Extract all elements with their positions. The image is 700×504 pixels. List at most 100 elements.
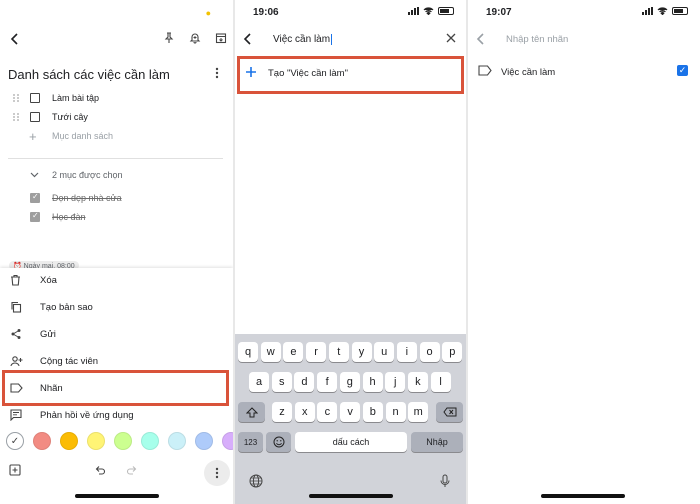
redo-icon[interactable] bbox=[126, 464, 138, 476]
battery-icon bbox=[438, 7, 454, 15]
menu-item-delete[interactable]: Xóa bbox=[0, 268, 233, 292]
plus-icon: + bbox=[29, 128, 37, 144]
key-q[interactable]: q bbox=[238, 342, 258, 362]
label-search-input[interactable]: Việc cần làm bbox=[273, 34, 332, 45]
key-e[interactable]: e bbox=[283, 342, 304, 362]
keyboard-row: qwertyuiop bbox=[235, 342, 466, 362]
item-text[interactable]: Làm bài tập bbox=[52, 93, 99, 103]
note-title[interactable]: Danh sách các việc cần làm bbox=[8, 67, 170, 82]
key-h[interactable]: h bbox=[362, 372, 383, 392]
key-v[interactable]: v bbox=[340, 402, 361, 422]
wifi-icon bbox=[423, 7, 434, 15]
menu-item-send[interactable]: Gửi bbox=[0, 322, 233, 346]
key-r[interactable]: r bbox=[306, 342, 327, 362]
wifi-icon bbox=[657, 7, 668, 15]
key-a[interactable]: a bbox=[249, 372, 269, 392]
key-z[interactable]: z bbox=[272, 402, 292, 422]
shift-key[interactable] bbox=[238, 402, 265, 422]
item-checkbox-checked[interactable] bbox=[30, 192, 40, 203]
drag-handle-icon[interactable] bbox=[12, 112, 20, 122]
key-y[interactable]: y bbox=[351, 342, 372, 362]
checked-list-item[interactable]: Học đàn bbox=[0, 208, 233, 226]
key-g[interactable]: g bbox=[339, 372, 360, 392]
key-l[interactable]: l bbox=[430, 372, 451, 392]
item-checkbox-checked[interactable] bbox=[30, 211, 40, 222]
list-item[interactable]: Làm bài tập bbox=[0, 89, 233, 107]
microphone-icon[interactable] bbox=[440, 474, 450, 488]
signal-icon bbox=[642, 7, 653, 15]
item-checkbox[interactable] bbox=[30, 112, 40, 122]
color-swatch[interactable] bbox=[168, 432, 186, 450]
add-item-placeholder: Mục danh sách bbox=[52, 131, 114, 141]
key-x[interactable]: x bbox=[294, 402, 315, 422]
key-t[interactable]: t bbox=[328, 342, 349, 362]
key-k[interactable]: k bbox=[407, 372, 428, 392]
undo-icon[interactable] bbox=[94, 464, 106, 476]
key-u[interactable]: u bbox=[374, 342, 395, 362]
more-vertical-icon[interactable] bbox=[215, 67, 219, 79]
key-o[interactable]: o bbox=[419, 342, 440, 362]
pin-icon[interactable] bbox=[163, 32, 175, 44]
item-text[interactable]: Tưới cây bbox=[52, 112, 88, 122]
menu-item-copy[interactable]: Tạo bản sao bbox=[0, 295, 233, 319]
globe-icon[interactable] bbox=[249, 474, 263, 488]
enter-key[interactable]: Nhập bbox=[411, 432, 463, 452]
key-j[interactable]: j bbox=[385, 372, 406, 392]
backspace-key[interactable] bbox=[436, 402, 463, 422]
highlight-box bbox=[237, 56, 464, 94]
key-c[interactable]: c bbox=[317, 402, 338, 422]
reminder-bell-icon[interactable] bbox=[189, 32, 201, 44]
color-swatch[interactable] bbox=[222, 432, 233, 450]
color-swatch[interactable] bbox=[141, 432, 159, 450]
drag-handle-icon[interactable] bbox=[12, 93, 20, 103]
list-item[interactable]: Tưới cây bbox=[0, 108, 233, 126]
label-name-input[interactable]: Nhập tên nhãn bbox=[506, 34, 568, 45]
color-swatch[interactable] bbox=[114, 432, 132, 450]
back-arrow-icon[interactable] bbox=[241, 32, 255, 46]
key-f[interactable]: f bbox=[317, 372, 338, 392]
label-list-item[interactable]: Việc cần làm ✓ bbox=[468, 62, 700, 82]
space-key[interactable]: dấu cách bbox=[295, 432, 407, 452]
add-box-icon[interactable] bbox=[9, 464, 21, 476]
back-arrow-icon[interactable] bbox=[8, 32, 22, 46]
color-swatch[interactable] bbox=[60, 432, 78, 450]
item-checkbox[interactable] bbox=[30, 93, 40, 103]
item-text[interactable]: Học đàn bbox=[52, 212, 86, 222]
checked-items-toggle[interactable]: 2 mục được chọn bbox=[0, 166, 233, 184]
label-name: Việc cần làm bbox=[501, 67, 556, 78]
emoji-key[interactable] bbox=[266, 432, 291, 452]
back-arrow-icon[interactable] bbox=[474, 32, 488, 46]
color-swatch[interactable] bbox=[195, 432, 213, 450]
key-s[interactable]: s bbox=[271, 372, 292, 392]
close-icon[interactable] bbox=[446, 33, 456, 43]
battery-icon bbox=[672, 7, 688, 15]
add-list-item[interactable]: + Mục danh sách bbox=[0, 127, 233, 145]
key-n[interactable]: n bbox=[385, 402, 406, 422]
notification-dot-icon: ● bbox=[205, 8, 211, 18]
color-swatch[interactable] bbox=[33, 432, 51, 450]
key-m[interactable]: m bbox=[408, 402, 429, 422]
archive-icon[interactable] bbox=[215, 32, 227, 44]
menu-item-feedback[interactable]: Phản hồi về ứng dụng bbox=[0, 403, 233, 427]
status-bar: ● bbox=[0, 0, 233, 24]
checked-list-item[interactable]: Dọn dẹp nhà cửa bbox=[0, 189, 233, 207]
chevron-down-icon bbox=[30, 172, 39, 178]
item-text[interactable]: Dọn dẹp nhà cửa bbox=[52, 193, 122, 203]
home-indicator bbox=[309, 494, 393, 498]
menu-item-label: Xóa bbox=[40, 274, 57, 286]
trash-icon bbox=[10, 274, 21, 286]
key-p[interactable]: p bbox=[442, 342, 463, 362]
label-search-screen: 19:06 Việc cần làm Tạo "Việc cần làm" qw… bbox=[235, 0, 466, 504]
color-swatch-selected[interactable]: ✓ bbox=[6, 432, 24, 450]
key-b[interactable]: b bbox=[362, 402, 383, 422]
color-swatch[interactable] bbox=[87, 432, 105, 450]
label-checkbox-checked[interactable]: ✓ bbox=[677, 65, 688, 76]
menu-item-label: Tạo bản sao bbox=[40, 301, 93, 313]
label-search-bar: Việc cần làm bbox=[235, 30, 466, 50]
home-indicator bbox=[75, 494, 159, 498]
more-vertical-icon[interactable] bbox=[204, 460, 230, 486]
key-w[interactable]: w bbox=[260, 342, 281, 362]
numbers-key[interactable]: 123 bbox=[238, 432, 263, 452]
key-i[interactable]: i bbox=[396, 342, 417, 362]
key-d[interactable]: d bbox=[294, 372, 315, 392]
